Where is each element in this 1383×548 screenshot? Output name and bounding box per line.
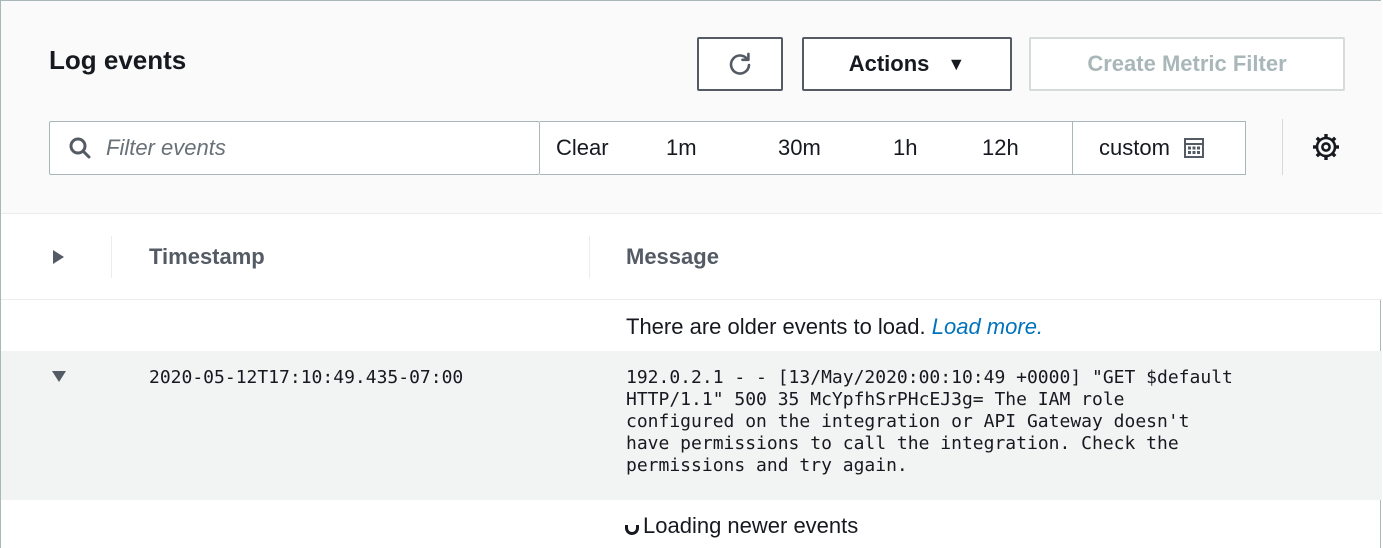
actions-label: Actions xyxy=(848,51,930,76)
column-separator xyxy=(589,236,590,278)
time-range-selector: Clear 1m 30m 1h 12h custom xyxy=(540,121,1246,175)
column-separator xyxy=(111,236,112,278)
gear-icon[interactable] xyxy=(1311,132,1341,162)
older-events-text: There are older events to load. xyxy=(626,314,926,339)
calendar-icon xyxy=(1183,138,1204,158)
older-events-notice: There are older events to load. Load mor… xyxy=(626,314,1043,340)
table-row[interactable]: 2020-05-12T17:10:49.435-07:00 192.0.2.1 … xyxy=(1,351,1382,500)
column-header-message[interactable]: Message xyxy=(626,244,719,270)
custom-label: custom xyxy=(1099,135,1170,160)
log-events-panel: Log events Actions ▼ Create Metric Filte… xyxy=(0,0,1382,548)
filter-events-field[interactable] xyxy=(49,121,540,175)
create-metric-filter-button[interactable]: Create Metric Filter xyxy=(1029,37,1345,91)
collapse-row-icon[interactable] xyxy=(52,371,66,382)
caret-down-icon: ▼ xyxy=(947,53,966,74)
refresh-button[interactable] xyxy=(697,37,783,91)
event-message: 192.0.2.1 - - [13/May/2020:00:10:49 +000… xyxy=(626,367,1233,476)
time-range-clear[interactable]: Clear xyxy=(556,122,609,174)
time-range-1m[interactable]: 1m xyxy=(666,122,697,174)
column-header-timestamp[interactable]: Timestamp xyxy=(149,244,265,270)
panel-header: Log events Actions ▼ Create Metric Filte… xyxy=(1,1,1382,214)
loading-text: Loading newer events xyxy=(643,513,859,538)
search-icon xyxy=(69,137,91,159)
expand-all-icon[interactable] xyxy=(53,250,64,264)
time-range-custom[interactable]: custom xyxy=(1072,122,1245,174)
event-timestamp: 2020-05-12T17:10:49.435-07:00 xyxy=(149,367,464,388)
time-range-1h[interactable]: 1h xyxy=(893,122,917,174)
time-range-12h[interactable]: 12h xyxy=(982,122,1019,174)
refresh-icon xyxy=(729,52,751,75)
actions-dropdown[interactable]: Actions ▼ xyxy=(802,37,1012,91)
panel-title: Log events xyxy=(49,45,187,75)
loading-newer-events: Loading newer events xyxy=(625,513,858,539)
filter-events-input[interactable] xyxy=(104,134,508,162)
load-more-link[interactable]: Load more. xyxy=(932,314,1043,339)
toolbar-divider xyxy=(1282,119,1283,175)
time-range-30m[interactable]: 30m xyxy=(778,122,821,174)
spinner-icon xyxy=(625,525,639,535)
table-header: Timestamp Message xyxy=(1,214,1382,300)
